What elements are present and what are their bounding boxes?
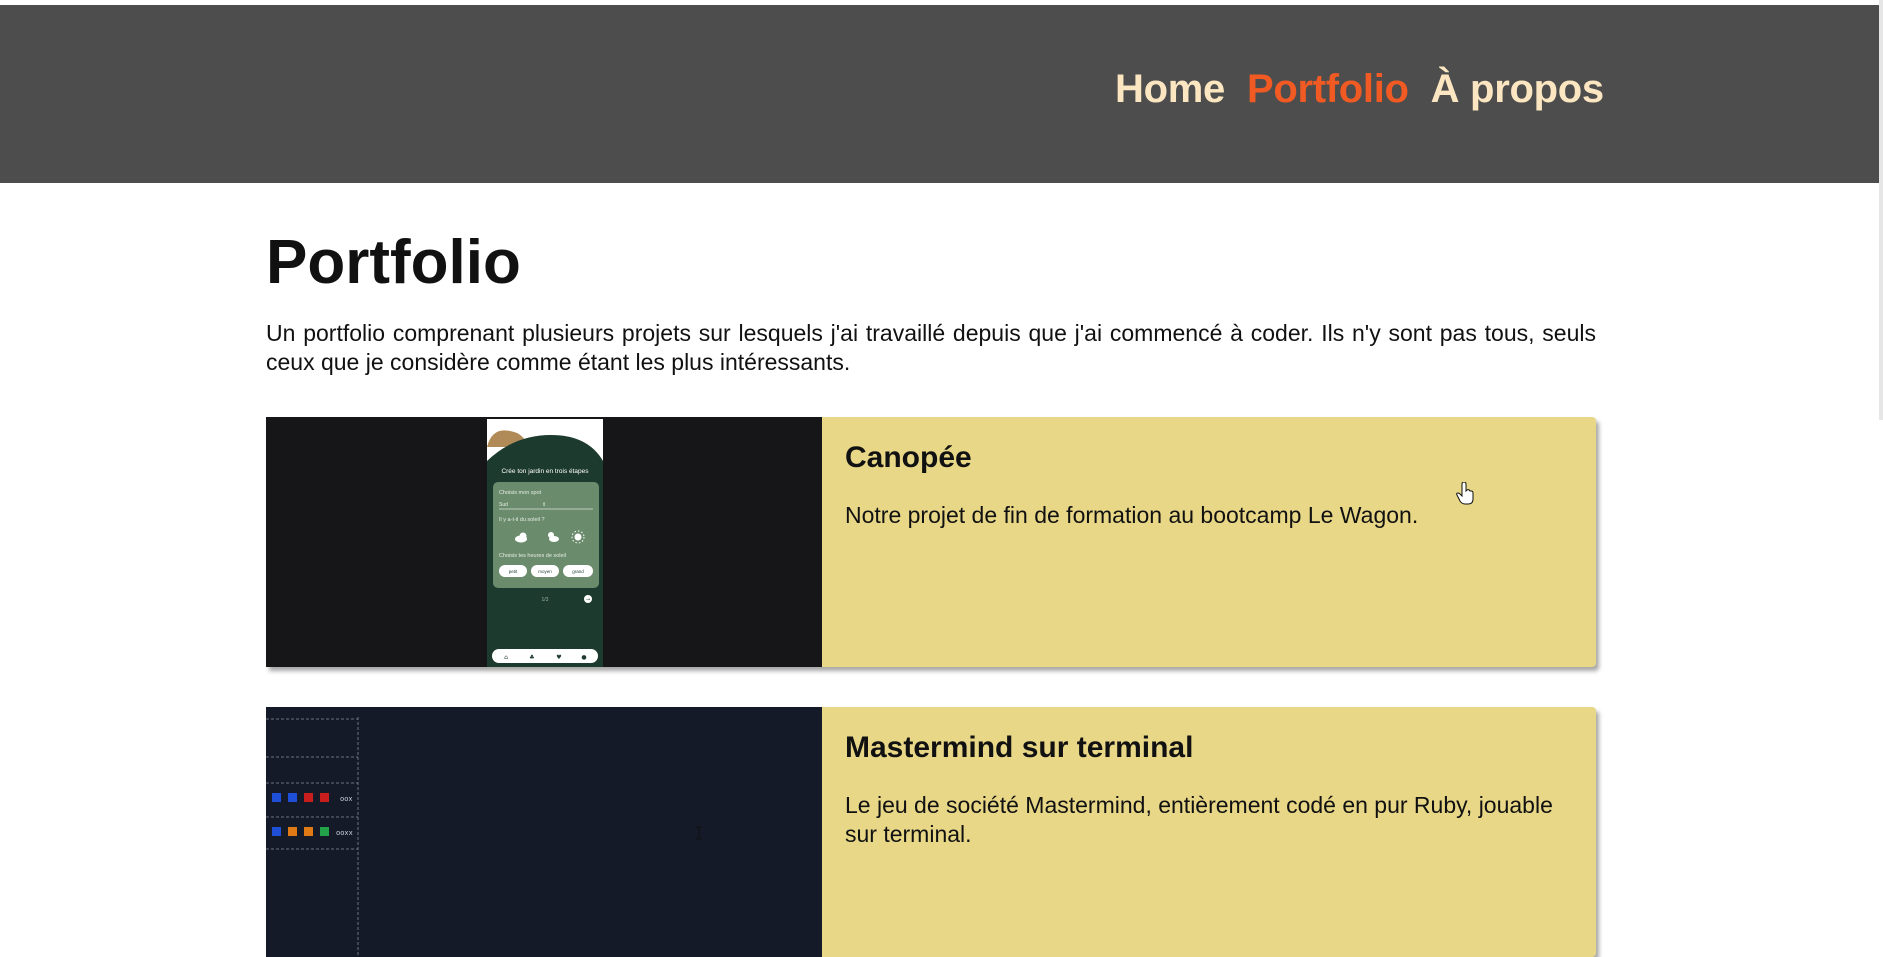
home-icon: ⌂ — [504, 654, 508, 661]
app-heading: Crée ton jardin en trois étapes — [501, 468, 589, 475]
mastermind-terminal-screenshot: oox ooxx — [266, 707, 822, 957]
app-btn-moyen-label: moyen — [538, 569, 552, 574]
project-text-mastermind: Mastermind sur terminal Le jeu de sociét… — [845, 731, 1575, 849]
page-title: Portfolio — [266, 228, 521, 297]
hand-pointer-cursor-icon — [1456, 482, 1474, 505]
app-label-time: Choisis tes heures de soleil — [499, 553, 566, 559]
project-thumbnail-canopee[interactable]: Crée ton jardin en trois étapes Choisis … — [266, 417, 822, 667]
heart-icon: ♥ — [556, 654, 561, 661]
main-nav: Home Portfolio À propos — [1115, 67, 1604, 112]
nav-about-link[interactable]: À propos — [1431, 67, 1604, 112]
arrow-right-icon: → — [586, 597, 590, 603]
user-icon: ● — [581, 654, 586, 661]
page-scrollbar[interactable] — [1879, 0, 1883, 849]
text-cursor-icon — [696, 826, 702, 840]
mastermind-feedback-2: ooxx — [336, 830, 353, 838]
project-card-canopee[interactable]: Crée ton jardin en trois étapes Choisis … — [266, 417, 1596, 667]
app-select-value: Sud — [499, 502, 508, 508]
site-header: Home Portfolio À propos — [0, 5, 1879, 183]
select-chevron-icon: ⇕ — [542, 502, 546, 508]
project-card-mastermind[interactable]: oox ooxx Mastermind sur terminal Le jeu … — [266, 707, 1596, 957]
project-thumbnail-mastermind[interactable]: oox ooxx — [266, 707, 822, 957]
plant-icon: ♣ — [529, 654, 534, 661]
scrollbar-thumb[interactable] — [1879, 0, 1883, 420]
project-title[interactable]: Canopée — [845, 441, 1575, 475]
intro-paragraph: Un portfolio comprenant plusieurs projet… — [266, 320, 1596, 375]
app-btn-petit-label: petit — [509, 569, 518, 574]
app-step-indicator: 1/3 — [542, 597, 549, 603]
app-label-sun: Il y a-t-il du soleil ? — [499, 517, 545, 523]
project-title[interactable]: Mastermind sur terminal — [845, 731, 1575, 765]
nav-portfolio-link[interactable]: Portfolio — [1247, 67, 1409, 112]
nav-home-link[interactable]: Home — [1115, 67, 1225, 112]
project-description: Le jeu de société Mastermind, entièremen… — [845, 792, 1553, 847]
canopee-app-screenshot: Crée ton jardin en trois étapes Choisis … — [266, 417, 822, 667]
app-btn-grand-label: grand — [572, 569, 584, 574]
mastermind-feedback-1: oox — [340, 796, 353, 804]
app-label-spot: Choisis mon spot — [499, 490, 542, 496]
